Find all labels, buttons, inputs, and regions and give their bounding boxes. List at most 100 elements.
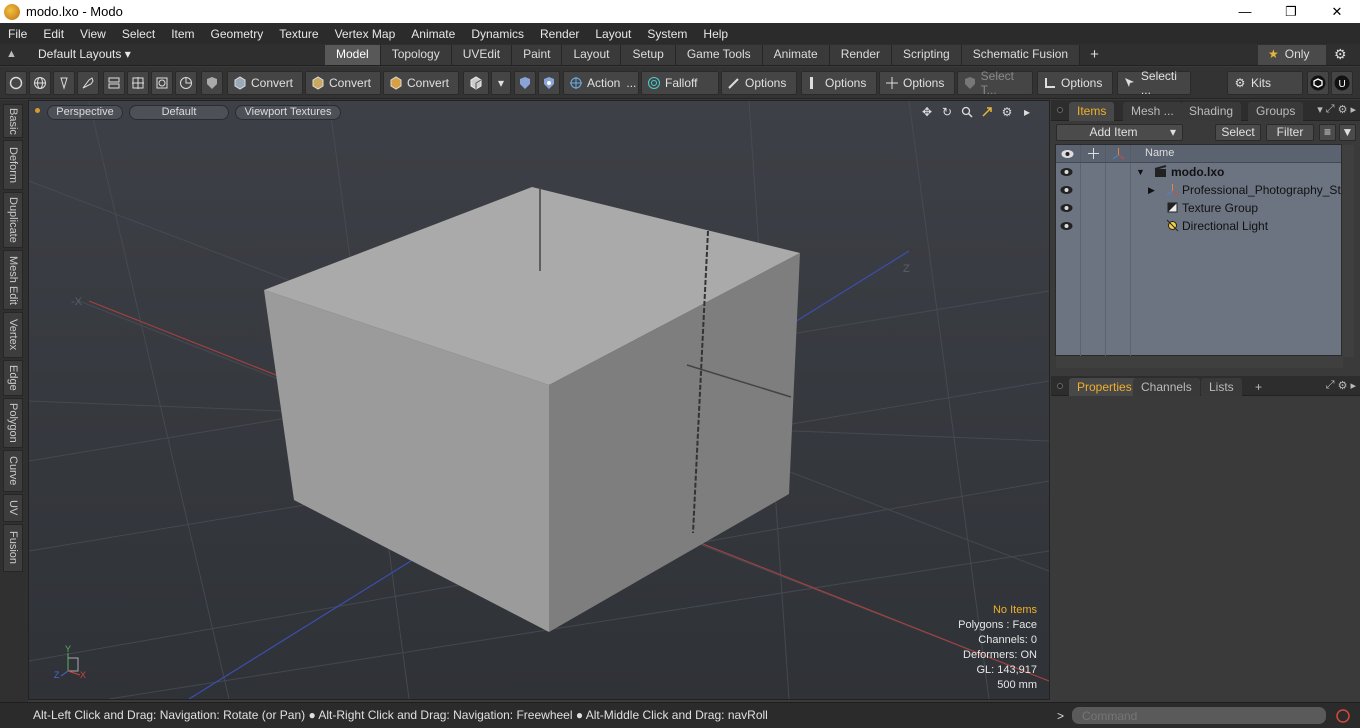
- tab-mesh[interactable]: Mesh ...: [1123, 102, 1182, 121]
- menu-item[interactable]: Item: [163, 27, 202, 41]
- viewport-gear-icon[interactable]: ⚙: [999, 104, 1015, 120]
- vertex-mode-button[interactable]: [5, 71, 27, 95]
- tree-row-mesh[interactable]: ▶ Professional_Photography_St ...: [1056, 181, 1354, 199]
- 3d-viewport[interactable]: -X Z Perspective Default Viewport Textur…: [28, 100, 1050, 700]
- tab-duplicate[interactable]: Duplicate: [3, 192, 23, 248]
- filter-button[interactable]: Filter: [1266, 124, 1314, 141]
- select-button[interactable]: Select: [1215, 124, 1261, 141]
- viewport-arrow-icon[interactable]: ▸: [1019, 104, 1035, 120]
- convert-button-2[interactable]: Convert: [305, 71, 381, 95]
- tab-uvedit[interactable]: UVEdit: [451, 45, 513, 65]
- view-type-dropdown[interactable]: Perspective: [47, 105, 123, 120]
- tab-edge[interactable]: Edge: [3, 360, 23, 396]
- menu-texture[interactable]: Texture: [271, 27, 326, 41]
- item-mode-button[interactable]: [151, 71, 173, 95]
- shield-mode-button[interactable]: [201, 71, 223, 95]
- cube-button[interactable]: [463, 71, 489, 95]
- shading-dropdown[interactable]: Viewport Textures: [235, 105, 341, 120]
- tree-row-texture-group[interactable]: Texture Group: [1056, 199, 1341, 217]
- tab-paint[interactable]: Paint: [512, 45, 563, 65]
- tab-game-tools[interactable]: Game Tools: [675, 45, 763, 65]
- tree-row-scene[interactable]: ▼ modo.lxo: [1056, 163, 1341, 181]
- kits-button[interactable]: ⚙ Kits: [1227, 71, 1303, 95]
- tab-polygon[interactable]: Polygon: [3, 398, 23, 448]
- tab-scripting[interactable]: Scripting: [892, 45, 962, 65]
- items-vertical-scrollbar[interactable]: [1342, 145, 1354, 357]
- symmetry-button[interactable]: [514, 71, 536, 95]
- properties-menu-dot[interactable]: [1057, 383, 1063, 389]
- tab-render[interactable]: Render: [829, 45, 893, 65]
- gear-icon[interactable]: ⚙: [1334, 46, 1352, 64]
- snapping-button[interactable]: [538, 71, 560, 95]
- menu-help[interactable]: Help: [695, 27, 736, 41]
- pen-mode-button[interactable]: [53, 71, 75, 95]
- tabs-dropdown-icon[interactable]: ▾: [1317, 103, 1323, 116]
- default-layouts-dropdown[interactable]: Default Layouts ▾: [38, 47, 131, 61]
- tab-layout[interactable]: Layout: [562, 45, 622, 65]
- only-toggle[interactable]: ★ Only: [1258, 45, 1326, 65]
- maximize-button[interactable]: ❐: [1268, 0, 1314, 23]
- close-button[interactable]: ✕: [1314, 0, 1360, 23]
- polygon-mode-button[interactable]: [127, 71, 149, 95]
- options-button-2[interactable]: Options: [801, 71, 877, 95]
- add-item-button[interactable]: Add Item ▾: [1056, 124, 1183, 141]
- menu-vertex-map[interactable]: Vertex Map: [327, 27, 404, 41]
- expand-panel-icon[interactable]: ⤢: [1326, 103, 1335, 116]
- panel-gear-icon[interactable]: ⚙: [1338, 103, 1348, 116]
- edge-mode-button[interactable]: [103, 71, 125, 95]
- menu-render[interactable]: Render: [532, 27, 587, 41]
- tab-channels[interactable]: Channels: [1133, 378, 1200, 397]
- expand-properties-icon[interactable]: ⤢: [1326, 379, 1335, 392]
- panel-menu-dot[interactable]: [1057, 107, 1063, 113]
- tab-properties[interactable]: Properties: [1069, 378, 1140, 397]
- command-input[interactable]: [1071, 706, 1327, 725]
- collapse-icon[interactable]: ▲: [6, 48, 20, 62]
- options-button-3[interactable]: Options: [879, 71, 955, 95]
- menu-select[interactable]: Select: [114, 27, 163, 41]
- tab-items[interactable]: Items: [1069, 102, 1115, 121]
- menu-layout[interactable]: Layout: [587, 27, 639, 41]
- zoom-icon[interactable]: [959, 104, 975, 120]
- tab-schematic-fusion[interactable]: Schematic Fusion: [961, 45, 1081, 65]
- tab-model[interactable]: Model: [325, 45, 381, 65]
- tab-shading[interactable]: Shading: [1181, 102, 1242, 121]
- view-style-dropdown[interactable]: Default: [129, 105, 229, 120]
- menu-file[interactable]: File: [0, 27, 35, 41]
- tab-lists[interactable]: Lists: [1201, 378, 1242, 397]
- select-through-button[interactable]: Select T...: [957, 69, 1033, 97]
- unreal-button[interactable]: U: [1331, 71, 1353, 95]
- menu-edit[interactable]: Edit: [35, 27, 72, 41]
- selection-button[interactable]: Selecti ...: [1117, 69, 1191, 97]
- tab-vertex[interactable]: Vertex: [3, 312, 23, 358]
- options-button-1[interactable]: Options: [721, 71, 797, 95]
- properties-gear-icon[interactable]: ⚙: [1338, 379, 1348, 392]
- menu-dynamics[interactable]: Dynamics: [463, 27, 532, 41]
- tab-basic[interactable]: Basic: [3, 104, 23, 138]
- options-button-4[interactable]: Options: [1037, 71, 1113, 95]
- expand-triangle-icon[interactable]: ▶: [1148, 185, 1155, 196]
- panel-arrow-icon[interactable]: ▸: [1350, 103, 1356, 116]
- tab-topology[interactable]: Topology: [380, 45, 452, 65]
- tab-curve[interactable]: Curve: [3, 450, 23, 492]
- convert-button-1[interactable]: Convert: [227, 71, 303, 95]
- minimize-button[interactable]: —: [1222, 0, 1268, 23]
- menu-view[interactable]: View: [72, 27, 114, 41]
- globe-mode-button[interactable]: [29, 71, 51, 95]
- menu-geometry[interactable]: Geometry: [203, 27, 272, 41]
- tab-uv[interactable]: UV: [3, 494, 23, 522]
- convert-button-3[interactable]: Convert: [383, 71, 459, 95]
- list-options-icon[interactable]: ≡: [1319, 124, 1336, 141]
- viewport-menu-dot[interactable]: [35, 108, 40, 113]
- tab-fusion[interactable]: Fusion: [3, 524, 23, 572]
- add-tab-button[interactable]: +: [1080, 45, 1109, 65]
- add-properties-tab-button[interactable]: +: [1247, 378, 1270, 397]
- rotate-icon[interactable]: ↻: [939, 104, 955, 120]
- menu-animate[interactable]: Animate: [403, 27, 463, 41]
- tree-row-directional-light[interactable]: Directional Light: [1056, 217, 1341, 235]
- pan-icon[interactable]: ✥: [919, 104, 935, 120]
- brush-mode-button[interactable]: [77, 71, 99, 95]
- unity-button[interactable]: [1307, 71, 1329, 95]
- properties-arrow-icon[interactable]: ▸: [1350, 379, 1356, 392]
- command-record-button[interactable]: [1332, 706, 1354, 725]
- menu-system[interactable]: System: [639, 27, 695, 41]
